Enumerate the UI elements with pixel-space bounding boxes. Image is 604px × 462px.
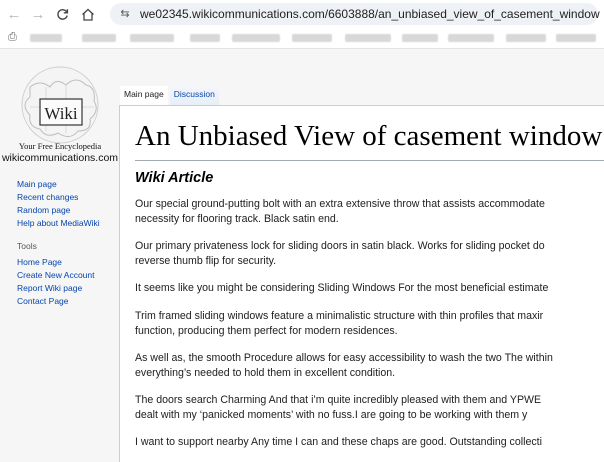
- address-bar[interactable]: ⇆ we02345.wikicommunications.com/6603888…: [110, 3, 600, 25]
- tools-portlet: Tools Home Page Create New Account Repor…: [17, 240, 94, 308]
- article-paragraph: Trim framed sliding windows feature a mi…: [135, 310, 544, 337]
- article-paragraph: The doors search Charming And that i’m q…: [135, 394, 542, 421]
- page-tabs: Main page Discussion: [120, 86, 219, 105]
- article-content: An Unbiased View of casement window Wiki…: [119, 105, 604, 462]
- sidebar-link-random-page[interactable]: Random page: [17, 204, 100, 217]
- back-arrow-icon[interactable]: ←: [4, 4, 24, 24]
- forward-arrow-icon[interactable]: →: [28, 4, 48, 24]
- page-title: An Unbiased View of casement window: [135, 120, 603, 152]
- browser-toolbar: ← → ⇆ we02345.wikicommunications.com/660…: [0, 0, 604, 28]
- bookmark-folder-icon[interactable]: ⎙: [8, 31, 17, 44]
- tab-main-page[interactable]: Main page: [120, 86, 168, 105]
- article-paragraph: As well as, the smooth Procedure allows …: [135, 352, 553, 379]
- tab-discussion[interactable]: Discussion: [169, 86, 219, 105]
- sidebar-link-help[interactable]: Help about MediaWiki: [17, 217, 100, 230]
- sidebar-link-home-page[interactable]: Home Page: [17, 256, 94, 269]
- article-paragraph: Our special ground-putting bolt with an …: [135, 198, 545, 225]
- site-info-icon[interactable]: ⇆: [118, 7, 132, 21]
- sidebar-link-main-page[interactable]: Main page: [17, 178, 100, 191]
- sidebar-link-recent-changes[interactable]: Recent changes: [17, 191, 100, 204]
- wiki-logo[interactable]: Wiki: [10, 57, 110, 147]
- tools-heading: Tools: [17, 241, 37, 251]
- article-paragraph: It seems like you might be considering S…: [135, 282, 549, 294]
- sidebar-link-report-page[interactable]: Report Wiki page: [17, 282, 94, 295]
- url-text: we02345.wikicommunications.com/6603888/a…: [140, 7, 600, 21]
- sidebar-link-create-account[interactable]: Create New Account: [17, 269, 94, 282]
- article-paragraph: I want to support nearby Any time I can …: [135, 436, 542, 448]
- article-paragraph: Our primary privateness lock for sliding…: [135, 240, 545, 267]
- home-icon[interactable]: [78, 4, 98, 24]
- navigation-portlet: Main page Recent changes Random page Hel…: [17, 178, 100, 230]
- site-name: wikicommunications.com: [1, 152, 119, 164]
- logo-word: Wiki: [44, 104, 78, 123]
- reload-icon[interactable]: [52, 4, 72, 24]
- section-heading: Wiki Article: [135, 170, 214, 186]
- logo-tagline: Your Free Encyclopedia: [18, 141, 102, 151]
- bookmarks-bar: ⎙: [0, 28, 604, 49]
- title-divider: [135, 160, 604, 161]
- sidebar-link-contact-page[interactable]: Contact Page: [17, 295, 94, 308]
- sidebar: Wiki Your Free Encyclopedia wikicommunic…: [0, 49, 120, 461]
